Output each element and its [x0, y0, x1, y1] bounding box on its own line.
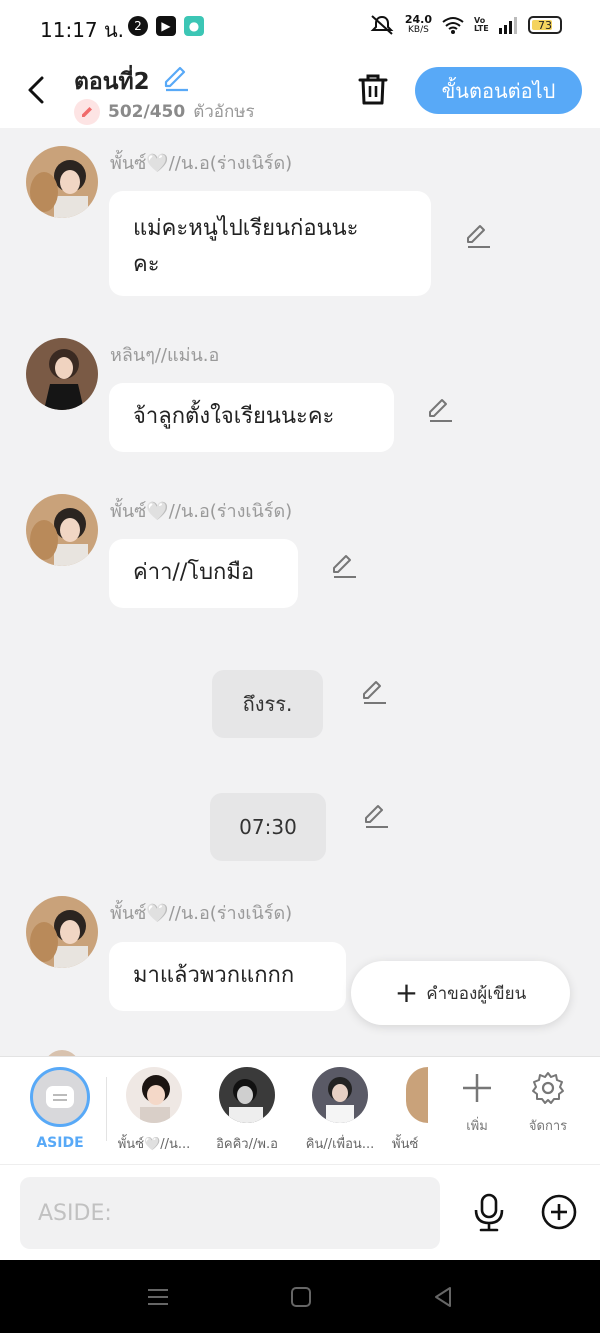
- message-text: มาแล้วพวกแกกก: [133, 963, 295, 988]
- gear-icon: [532, 1072, 564, 1104]
- narration-bubble[interactable]: ถึงรร.: [212, 670, 323, 738]
- status-time: 11:17 น.: [40, 18, 125, 42]
- microphone-icon[interactable]: [471, 1193, 507, 1233]
- message-bubble[interactable]: ค่าา//โบกมือ: [109, 539, 298, 608]
- avatar: [406, 1067, 428, 1123]
- avatar: [219, 1067, 275, 1123]
- edit-message-icon[interactable]: [426, 396, 454, 424]
- edit-message-icon[interactable]: [362, 802, 390, 830]
- status-indicators: 24.0 KB/S Vo LTE 73: [369, 14, 562, 36]
- speaker-name: พั้นซ์🤍//น.อ(ร่างเนิร์ด): [110, 501, 293, 522]
- manage-characters-button[interactable]: จัดการ: [518, 1071, 578, 1136]
- youtube-icon: ▶: [156, 16, 176, 36]
- battery-level: 73: [538, 18, 552, 32]
- volte-indicator: Vo LTE: [474, 16, 489, 33]
- episode-title: ตอนที่2: [74, 69, 150, 95]
- author-note-label: คำของผู้เขียน: [426, 983, 527, 1004]
- aside-icon: [46, 1086, 74, 1108]
- manage-characters-label: จัดการ: [528, 1119, 568, 1134]
- narration-bubble[interactable]: 07:30: [210, 793, 326, 861]
- add-circle-icon[interactable]: [540, 1193, 578, 1231]
- add-character-button[interactable]: เพิ่ม: [447, 1071, 507, 1136]
- character-item[interactable]: อิคคิว//พ.อ: [207, 1067, 287, 1154]
- system-navigation-bar: [0, 1260, 600, 1333]
- notification-app-icon: 2: [128, 16, 148, 36]
- avatar[interactable]: [26, 494, 98, 566]
- narration-text: ถึงรร.: [242, 692, 293, 716]
- message-text: แม่คะหนูไปเรียนก่อนนะ: [133, 216, 359, 241]
- message-input[interactable]: [20, 1177, 440, 1249]
- messenger-app-icon: ●: [184, 16, 204, 36]
- character-name: คิน//เพื่อน...: [305, 1137, 375, 1152]
- character-name: อิคคิว//พ.อ: [216, 1137, 278, 1152]
- avatar: [126, 1067, 182, 1123]
- menu-icon[interactable]: [145, 1284, 171, 1310]
- message-text: ค่าา//โบกมือ: [133, 560, 255, 585]
- home-icon[interactable]: [288, 1284, 314, 1310]
- message-text: จ้าลูกตั้งใจเรียนนะคะ: [133, 404, 335, 429]
- plus-icon: [463, 1074, 491, 1102]
- next-step-button[interactable]: ขั้นตอนต่อไป: [415, 67, 582, 114]
- chat-area: พั้นซ์🤍//น.อ(ร่างเนิร์ด) แม่คะหนูไปเรียน…: [0, 128, 600, 1056]
- message-bubble[interactable]: จ้าลูกตั้งใจเรียนนะคะ: [109, 383, 394, 452]
- avatar[interactable]: [26, 338, 98, 410]
- character-item[interactable]: พั้นซ์🤍//น...: [114, 1067, 194, 1154]
- network-speed-unit: KB/S: [408, 25, 429, 35]
- speaker-name: พั้นซ์🤍//น.อ(ร่างเนิร์ด): [110, 903, 293, 924]
- composer: [0, 1164, 600, 1260]
- character-name: พั้นซ์: [392, 1137, 419, 1152]
- character-count-unit: ตัวอักษร: [193, 102, 255, 122]
- plus-icon: +: [394, 976, 419, 1009]
- character-name: พั้นซ์🤍//น...: [117, 1137, 191, 1152]
- editor-header: ตอนที่2 502/450 ตัวอักษร ขั้นตอนต่อไป: [0, 54, 600, 128]
- status-bar: 11:17 น. 2 ▶ ● 24.0 KB/S Vo LTE 73: [0, 0, 600, 54]
- back-triangle-icon[interactable]: [430, 1284, 456, 1310]
- signal-icon: [499, 17, 517, 34]
- author-note-button[interactable]: + คำของผู้เขียน: [351, 961, 570, 1025]
- notification-icons: 2 ▶ ●: [128, 16, 204, 36]
- divider: [106, 1077, 107, 1141]
- battery-icon: 73: [528, 16, 562, 34]
- pencil-icon: [74, 98, 100, 125]
- avatar[interactable]: [26, 896, 98, 968]
- character-item[interactable]: คิน//เพื่อน...: [300, 1067, 380, 1154]
- message-bubble[interactable]: มาแล้วพวกแกกก: [109, 942, 346, 1011]
- character-item[interactable]: พั้นซ์: [392, 1067, 428, 1154]
- speaker-name: หลินๆ//แม่น.อ: [110, 345, 220, 366]
- character-selector: ASIDE พั้นซ์🤍//น... อิคคิว//พ.อ คิน//เพื…: [0, 1056, 600, 1164]
- trash-icon[interactable]: [356, 72, 390, 106]
- network-speed-value: 24.0: [404, 13, 432, 26]
- character-counter: 502/450 ตัวอักษร: [74, 98, 255, 125]
- edit-message-icon[interactable]: [330, 552, 358, 580]
- back-arrow-icon[interactable]: [22, 70, 52, 110]
- narration-text: 07:30: [239, 815, 297, 839]
- character-count: 502/450: [108, 101, 186, 122]
- aside-button[interactable]: [30, 1067, 90, 1127]
- speaker-name: พั้นซ์🤍//น.อ(ร่างเนิร์ด): [110, 153, 293, 174]
- edit-message-icon[interactable]: [360, 678, 388, 706]
- aside-label: ASIDE: [36, 1135, 84, 1151]
- edit-title-icon[interactable]: [162, 64, 190, 92]
- muted-bell-icon: [370, 15, 394, 35]
- message-bubble[interactable]: แม่คะหนูไปเรียนก่อนนะ คะ: [109, 191, 431, 296]
- network-speed: 24.0 KB/S: [404, 13, 432, 35]
- add-character-label: เพิ่ม: [466, 1119, 488, 1134]
- wifi-icon: [442, 17, 464, 34]
- message-text: คะ: [133, 252, 160, 277]
- avatar[interactable]: [26, 146, 98, 218]
- edit-message-icon[interactable]: [464, 222, 492, 250]
- avatar: [312, 1067, 368, 1123]
